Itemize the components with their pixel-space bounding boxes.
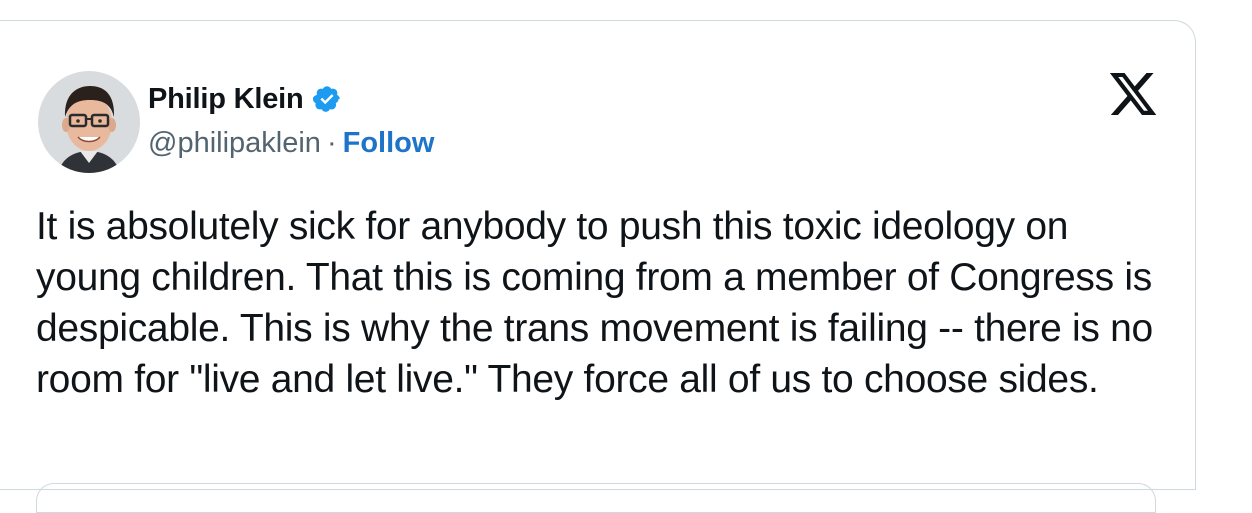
author-name-row: Philip Klein bbox=[148, 79, 342, 119]
avatar-portrait bbox=[38, 71, 140, 173]
author-name[interactable]: Philip Klein bbox=[148, 83, 304, 116]
separator-dot: · bbox=[326, 127, 337, 159]
x-logo-icon[interactable] bbox=[1109, 73, 1158, 117]
follow-button[interactable]: Follow bbox=[343, 127, 435, 160]
author-avatar[interactable] bbox=[38, 71, 140, 173]
author-handle[interactable]: @philipaklein bbox=[148, 127, 321, 160]
tweet-card: Philip Klein @philipaklein · Follow It i… bbox=[0, 20, 1196, 513]
quoted-content-edge[interactable] bbox=[36, 483, 1156, 513]
verified-badge-icon bbox=[312, 84, 342, 114]
tweet-text: It is absolutely sick for anybody to pus… bbox=[36, 205, 1153, 401]
author-handle-row: @philipaklein · Follow bbox=[148, 127, 434, 160]
